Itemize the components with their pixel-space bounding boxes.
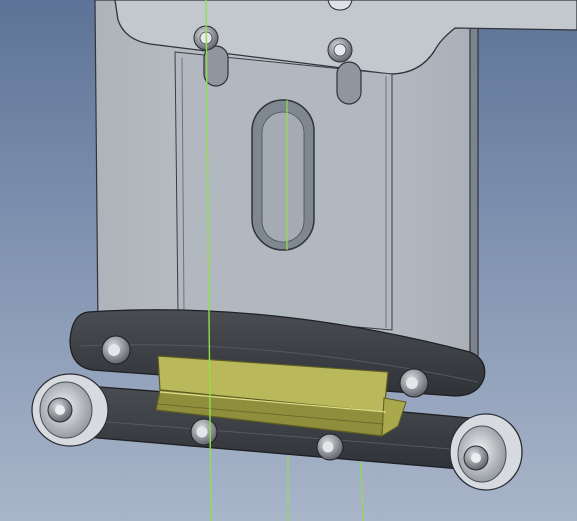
adjust-slot-left	[203, 45, 229, 87]
bolt-upper-right[interactable]	[399, 368, 429, 398]
bolt-upper-left[interactable]	[101, 335, 131, 365]
cad-model-drawing	[31, 0, 577, 521]
roller-left[interactable]	[31, 373, 109, 447]
bolt-lower-right[interactable]	[316, 433, 344, 461]
cad-viewport[interactable]	[0, 0, 577, 521]
bolt-top-right[interactable]	[327, 37, 353, 63]
bolt-lower-left[interactable]	[190, 418, 218, 446]
roller-right[interactable]	[449, 413, 523, 491]
adjust-slot-right	[336, 61, 362, 105]
